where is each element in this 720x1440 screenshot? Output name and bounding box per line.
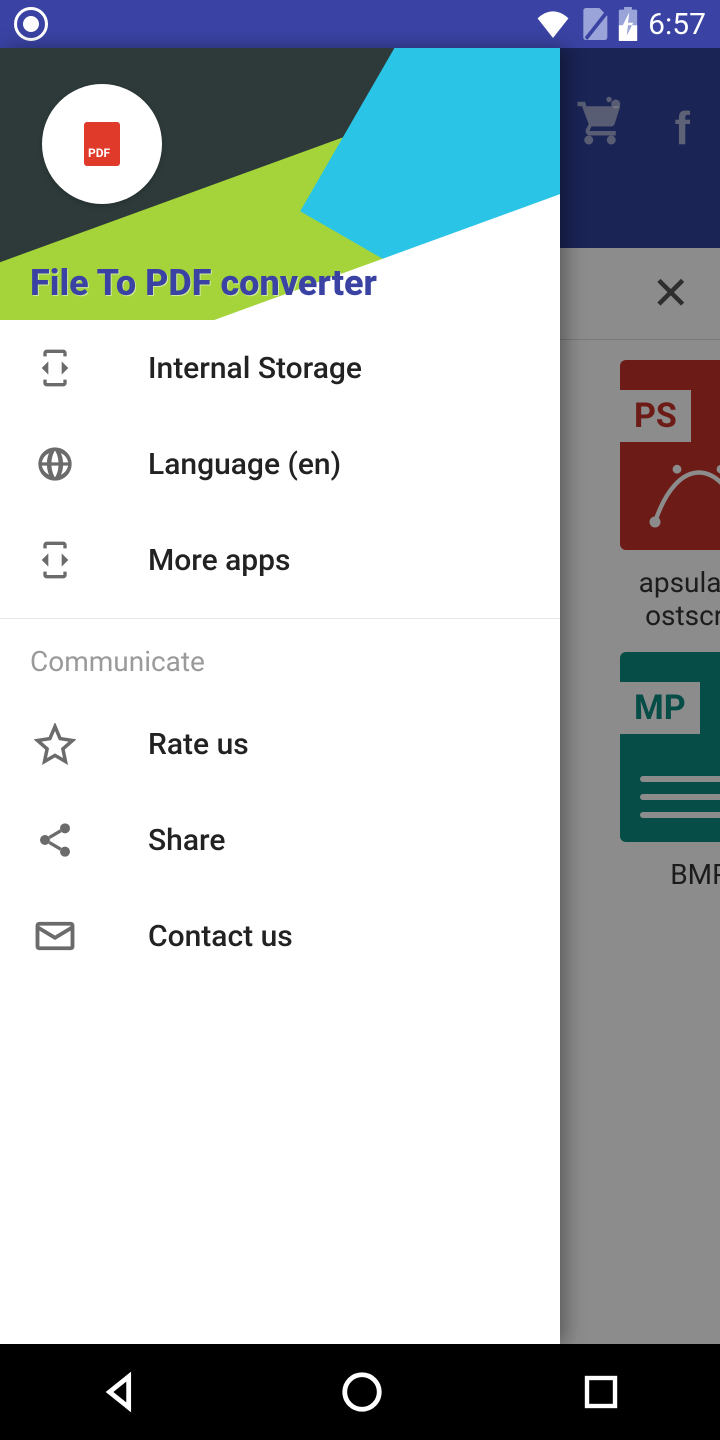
drawer-item-label: Contact us xyxy=(148,919,293,954)
drawer-item-contact-us[interactable]: Contact us xyxy=(0,888,560,984)
battery-icon xyxy=(618,7,638,41)
recents-button[interactable] xyxy=(580,1371,622,1413)
drawer-section-header: Communicate xyxy=(0,618,560,696)
drawer-item-label: Share xyxy=(148,823,225,858)
status-time: 6:57 xyxy=(648,7,706,42)
home-button[interactable] xyxy=(339,1369,385,1415)
mail-icon xyxy=(34,915,76,957)
sim-icon xyxy=(580,8,608,40)
drawer-list: Internal Storage Language (en) More apps… xyxy=(0,320,560,1344)
drawer-item-internal-storage[interactable]: Internal Storage xyxy=(0,320,560,416)
android-navbar xyxy=(0,1344,720,1440)
wifi-icon xyxy=(536,10,570,38)
drawer-item-more-apps[interactable]: More apps xyxy=(0,512,560,608)
drawer-title: File To PDF converter xyxy=(30,262,377,304)
drawer-item-share[interactable]: Share xyxy=(0,792,560,888)
star-icon xyxy=(34,723,76,765)
apps-icon xyxy=(34,540,76,580)
status-bar: 6:57 xyxy=(0,0,720,48)
globe-icon xyxy=(34,444,76,484)
status-right: 6:57 xyxy=(536,7,706,42)
storage-icon xyxy=(34,348,76,388)
drawer-header: File To PDF converter xyxy=(0,48,560,320)
drawer-item-label: Language (en) xyxy=(148,447,341,482)
drawer-item-label: More apps xyxy=(148,543,290,578)
back-button[interactable] xyxy=(98,1369,144,1415)
drawer-item-language[interactable]: Language (en) xyxy=(0,416,560,512)
app-logo-icon xyxy=(42,84,162,204)
drawer-item-rate-us[interactable]: Rate us xyxy=(0,696,560,792)
status-indicator-icon xyxy=(14,7,48,41)
drawer-item-label: Rate us xyxy=(148,727,249,762)
navigation-drawer: File To PDF converter Internal Storage L… xyxy=(0,48,560,1344)
drawer-item-label: Internal Storage xyxy=(148,351,362,386)
share-icon xyxy=(34,820,76,860)
